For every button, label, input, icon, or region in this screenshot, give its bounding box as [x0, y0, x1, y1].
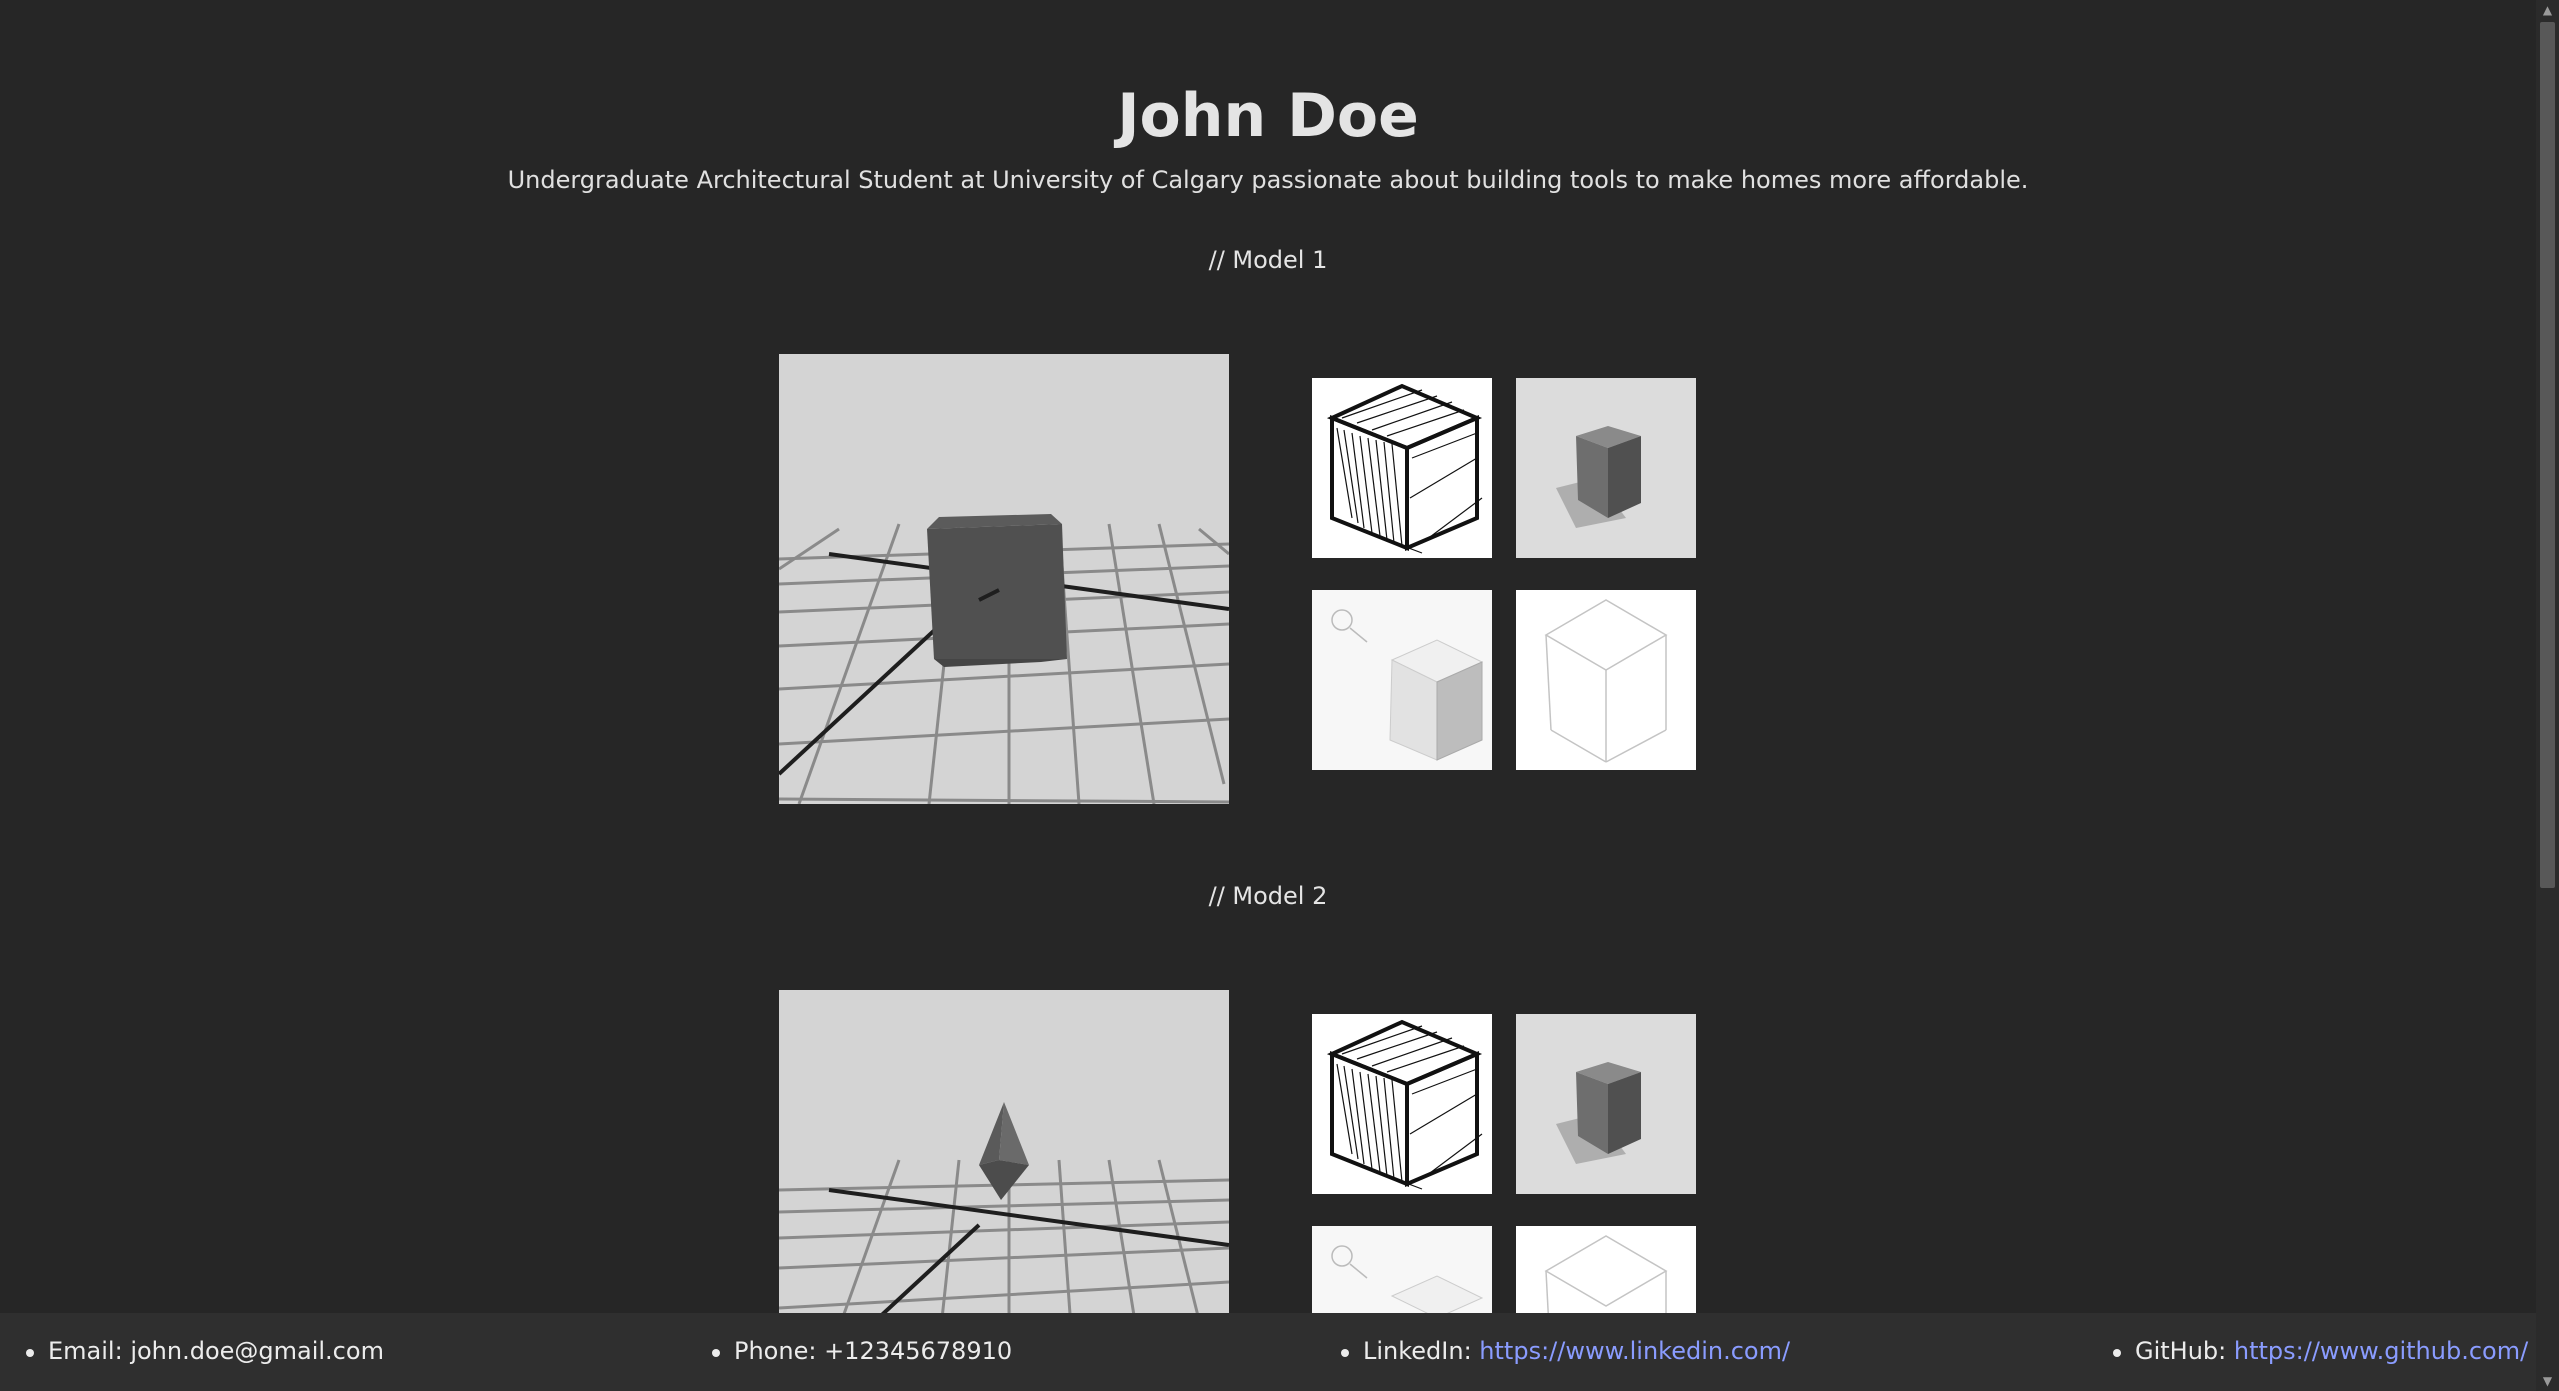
shaded-cube-sketch-image: [1516, 1014, 1696, 1194]
cube-scene: [779, 514, 1229, 804]
linkedin-link[interactable]: https://www.linkedin.com/: [1479, 1337, 1790, 1365]
scrollbar-thumb[interactable]: [2540, 22, 2555, 888]
sketch-thumbnail-shaded-cube[interactable]: [1516, 378, 1696, 558]
light-cube-sketch-image: [1331, 1245, 1484, 1313]
model-1-3d-viewer[interactable]: [779, 354, 1229, 804]
contact-linkedin: LinkedIn: https://www.linkedin.com/: [1340, 1337, 1790, 1365]
sketch-thumbnail-light-cube-2[interactable]: [1312, 1226, 1492, 1313]
page-title: John Doe: [1117, 81, 1419, 151]
scroll-down-arrow-icon[interactable]: ▼: [2536, 1371, 2559, 1391]
github-label: GitHub:: [2135, 1337, 2234, 1365]
portfolio-page: John Doe Undergraduate Architectural Stu…: [0, 0, 2536, 1391]
outline-cube-sketch-image: [1544, 1235, 1668, 1313]
model-2-3d-viewer[interactable]: [779, 990, 1229, 1313]
shaded-cube-sketch-image: [1516, 378, 1696, 558]
email-value[interactable]: john.doe@gmail.com: [130, 1337, 384, 1365]
phone-label: Phone:: [734, 1337, 825, 1365]
contact-github: GitHub: https://www.github.com/: [2112, 1337, 2528, 1365]
outline-cube-sketch-image: [1544, 599, 1668, 763]
sketch-thumbnail-line-cube[interactable]: [1312, 378, 1492, 558]
model-1-title: // Model 1: [1208, 246, 1328, 274]
header: John Doe Undergraduate Architectural Stu…: [0, 80, 2536, 194]
model-2-title: // Model 2: [1208, 882, 1328, 910]
sketch-thumbnail-outline-cube-2[interactable]: [1516, 1226, 1696, 1313]
light-cube-sketch-image: [1331, 609, 1484, 761]
sketch-thumbnail-shaded-cube-2[interactable]: [1516, 1014, 1696, 1194]
line-cube-sketch-image: [1326, 1019, 1483, 1190]
contact-email: Email: john.doe@gmail.com: [26, 1337, 384, 1365]
linkedin-label: LinkedIn:: [1363, 1337, 1480, 1365]
email-label: Email:: [48, 1337, 131, 1365]
vertical-scrollbar[interactable]: ▲ ▼: [2536, 0, 2559, 1391]
sketch-thumbnail-outline-cube[interactable]: [1516, 590, 1696, 770]
sketch-thumbnail-light-cube[interactable]: [1312, 590, 1492, 770]
line-cube-sketch-image: [1326, 383, 1483, 554]
pyramid-scene: [779, 1102, 1229, 1313]
github-link[interactable]: https://www.github.com/: [2234, 1337, 2528, 1365]
phone-value[interactable]: +12345678910: [824, 1337, 1012, 1365]
tagline: Undergraduate Architectural Student at U…: [507, 166, 2029, 194]
scroll-up-arrow-icon[interactable]: ▲: [2536, 0, 2559, 20]
contact-footer: Email: john.doe@gmail.com Phone: +123456…: [0, 1313, 2536, 1391]
sketch-thumbnail-line-cube-2[interactable]: [1312, 1014, 1492, 1194]
contact-phone: Phone: +12345678910: [711, 1337, 1012, 1365]
